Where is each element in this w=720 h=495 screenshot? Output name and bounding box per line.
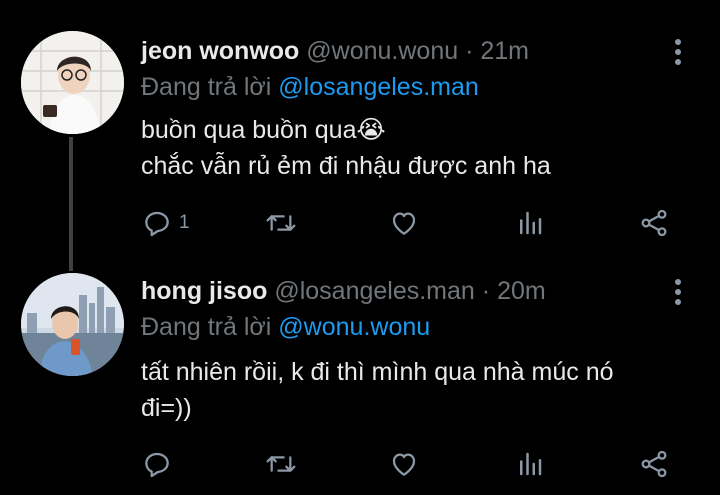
user-handle[interactable]: @losangeles.man [274, 277, 475, 305]
share-button[interactable] [638, 444, 670, 484]
tweet-1[interactable]: jeon wonwoo @wonu.wonu · 21m Đang trả lờ… [0, 0, 720, 271]
reply-button[interactable] [141, 444, 179, 484]
replying-to: Đang trả lời @wonu.wonu [141, 312, 430, 342]
user-handle[interactable]: @wonu.wonu [306, 37, 458, 65]
reply-button[interactable]: 1 [141, 203, 190, 243]
separator-dot: · [481, 277, 491, 305]
like-button[interactable] [387, 444, 421, 484]
reply-icon [145, 452, 169, 478]
avatar[interactable] [21, 31, 124, 134]
share-button[interactable] [638, 203, 670, 243]
separator-dot: · [465, 37, 474, 65]
tweet-text-line: chắc vẫn rủ ẻm đi nhậu được anh ha [141, 152, 551, 180]
tweet-text-line: đi=)) [141, 394, 192, 422]
timestamp[interactable]: 21m [480, 37, 529, 65]
tweet-text-line: tất nhiên rồii, k đi thì mình qua nhà mú… [141, 358, 614, 386]
retweet-button[interactable] [263, 444, 299, 484]
share-icon [641, 450, 667, 478]
replying-to-mention[interactable]: @losangeles.man [278, 73, 479, 101]
heart-icon [392, 453, 416, 476]
analytics-icon [520, 211, 542, 235]
reply-icon [145, 211, 169, 237]
heart-icon [392, 212, 416, 235]
retweet-icon [266, 215, 296, 231]
action-bar [0, 444, 720, 484]
timestamp[interactable]: 20m [497, 277, 546, 305]
share-icon [641, 209, 667, 237]
more-options-icon[interactable] [668, 277, 688, 307]
replying-to: Đang trả lời @losangeles.man [141, 72, 479, 102]
more-options-icon[interactable] [668, 37, 688, 67]
tweet-text: tất nhiên rồii, k đi thì mình qua nhà mú… [141, 354, 701, 426]
tweet-header: hong jisoo @losangeles.man · 20m [141, 276, 546, 306]
display-name[interactable]: jeon wonwoo [141, 37, 299, 65]
action-bar: 1 [0, 203, 720, 243]
analytics-button[interactable] [515, 444, 545, 484]
retweet-icon [266, 456, 296, 472]
display-name[interactable]: hong jisoo [141, 277, 267, 305]
replying-to-label: Đang trả lời [141, 73, 272, 101]
tweet-header: jeon wonwoo @wonu.wonu · 21m [141, 36, 529, 66]
like-button[interactable] [387, 203, 421, 243]
tweet-2[interactable]: hong jisoo @losangeles.man · 20m Đang tr… [0, 258, 720, 495]
replying-to-mention[interactable]: @wonu.wonu [278, 313, 430, 341]
avatar[interactable] [21, 273, 124, 376]
tweet-text: buồn qua buồn qua😭 chắc vẫn rủ ẻm đi nhậ… [141, 112, 701, 184]
replying-to-label: Đang trả lời [141, 313, 272, 341]
analytics-icon [520, 452, 542, 476]
retweet-button[interactable] [263, 203, 299, 243]
tweet-text-line: buồn qua buồn qua😭 [141, 116, 386, 144]
reply-count: 1 [179, 212, 190, 233]
analytics-button[interactable] [515, 203, 545, 243]
